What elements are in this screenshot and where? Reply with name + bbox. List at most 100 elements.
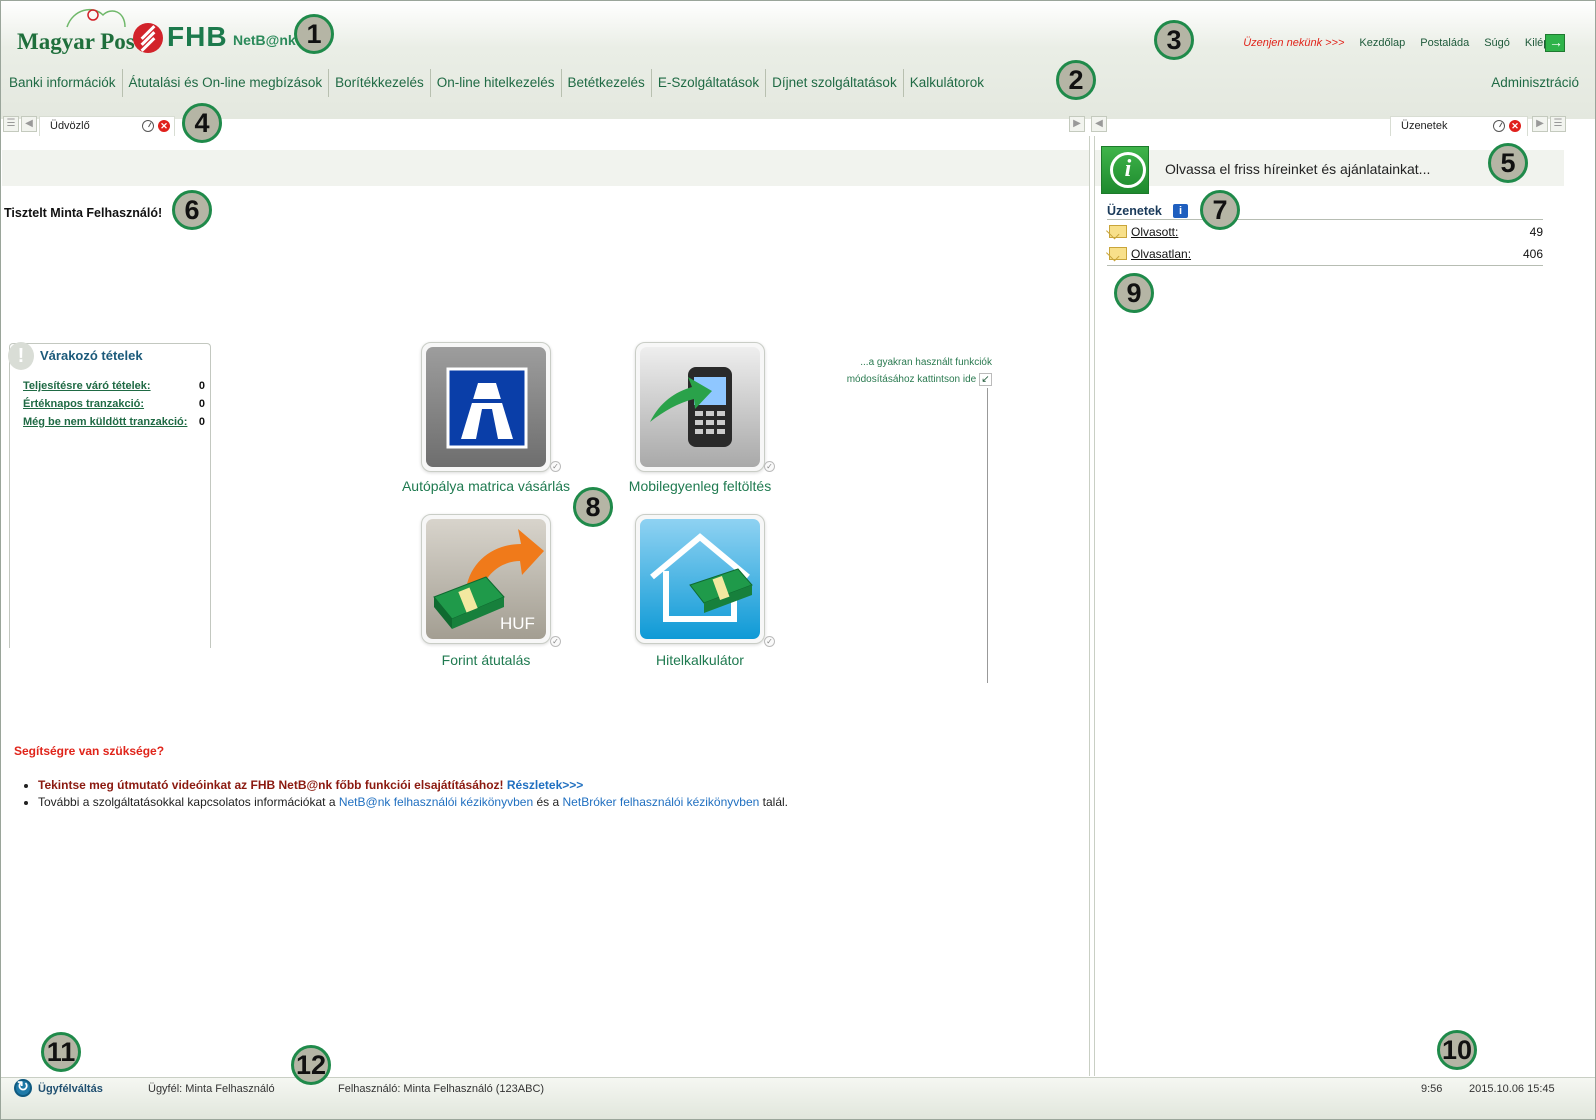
waiting-row: Értéknapos tranzakció: 0 — [23, 398, 205, 410]
marker-3: 3 — [1154, 20, 1194, 60]
waiting-row-count: 0 — [198, 380, 205, 392]
quick-hint-line: módosításához kattintson ide — [846, 374, 977, 385]
menu-item-betetkezeles[interactable]: Betétkezelés — [562, 69, 652, 97]
help-text: és a — [536, 795, 560, 809]
fhb-logo[interactable]: FHB — [167, 21, 228, 53]
switch-client-link[interactable]: Ügyfélváltás — [38, 1083, 103, 1095]
menu-item-atutalasi-megbizasok[interactable]: Átutalási és On-line megbízások — [123, 69, 330, 97]
quick-tile-label[interactable]: Mobilegyenleg feltöltés — [590, 478, 810, 494]
divider — [1107, 219, 1543, 220]
quick-tile-hitelkalkulator[interactable] — [635, 514, 765, 644]
tab-scroll-right-icon[interactable]: ▶ — [1532, 116, 1548, 132]
tab-scroll-right-icon[interactable]: ▶ — [1069, 116, 1085, 132]
status-datetime: 2015.10.06 15:45 — [1469, 1083, 1555, 1095]
client-name: Ügyfél: Minta Felhasználó — [148, 1083, 275, 1095]
help-list: Tekintse meg útmutató videóinkat az FHB … — [38, 778, 788, 812]
close-icon[interactable]: ✕ — [158, 120, 170, 132]
tile-check-icon[interactable]: ✓ — [764, 461, 775, 472]
tile-check-icon[interactable]: ✓ — [550, 461, 561, 472]
waiting-row-link[interactable]: Teljesítésre váró tételek: — [23, 380, 151, 392]
marker-4: 4 — [182, 103, 222, 143]
exclamation-icon: ! — [8, 342, 34, 370]
top-links: Üzenjen nekünk >>> Kezdőlap Postaláda Sú… — [1243, 37, 1561, 49]
menu-item-hitelkezeles[interactable]: On-line hitelkezelés — [431, 69, 562, 97]
messages-title: Üzenetek — [1107, 204, 1162, 218]
close-icon[interactable]: ✕ — [1509, 120, 1521, 132]
welcome-pane: Tisztelt Minta Felhasználó! ! Várakozó t… — [2, 136, 1090, 1076]
netbroker-manual-link[interactable]: NetBróker felhasználói kézikönyvben — [563, 795, 760, 809]
marker-7: 7 — [1200, 190, 1240, 230]
messages-pane: Olvassa el friss híreinket és ajánlatain… — [1094, 136, 1564, 1076]
message-count: 49 — [1529, 225, 1543, 239]
exit-icon[interactable] — [1545, 34, 1565, 52]
info-icon[interactable] — [1101, 146, 1149, 194]
quick-hint-line: ...a gyakran használt funkciók — [860, 357, 992, 368]
message-row-read: Olvasott: 49 — [1109, 222, 1543, 242]
message-count: 406 — [1522, 247, 1543, 261]
message-row-link[interactable]: Olvasott: — [1131, 225, 1178, 239]
waiting-row: Még be nem küldött tranzakció: 0 — [23, 416, 205, 428]
tab-scroll-left-icon[interactable]: ◀ — [21, 116, 37, 132]
menu-item-e-szolgaltatasok[interactable]: E-Szolgáltatások — [652, 69, 767, 97]
envelope-icon — [1109, 247, 1127, 260]
admin-menu-item[interactable]: Adminisztráció — [1491, 75, 1579, 90]
info-icon[interactable]: i — [1173, 204, 1188, 218]
list-item: További a szolgáltatásokkal kapcsolatos … — [38, 795, 788, 809]
clock-icon[interactable] — [1493, 120, 1505, 132]
tab-uzenetek[interactable]: Üzenetek ✕ — [1390, 116, 1528, 136]
menu-item-boritekkezeles[interactable]: Borítékkezelés — [329, 69, 431, 97]
netbank-manual-link[interactable]: NetB@nk felhasználói kézikönyvben — [339, 795, 533, 809]
help-text: További a szolgáltatásokkal kapcsolatos … — [38, 795, 336, 809]
marker-8: 8 — [573, 487, 613, 527]
marker-11: 11 — [41, 1032, 81, 1072]
message-row-link[interactable]: Olvasatlan: — [1131, 247, 1191, 261]
help-title: Segítségre van szüksége? — [14, 744, 165, 758]
details-link[interactable]: Részletek>>> — [507, 778, 583, 792]
clock-icon[interactable] — [142, 120, 154, 132]
huf-transfer-icon: HUF — [426, 519, 546, 639]
tab-list-icon[interactable]: ☰ — [3, 116, 19, 132]
help-video-text: Tekintse meg útmutató videóinkat az FHB … — [38, 778, 504, 792]
fhb-logo-icon — [133, 23, 163, 53]
tab-udvozlo[interactable]: Üdvözlő ✕ — [39, 116, 175, 136]
user-name: Felhasználó: Minta Felhasználó (123ABC) — [338, 1083, 545, 1095]
toolbar-area — [2, 150, 1089, 186]
menu-item-banki-informaciok[interactable]: Banki információk — [3, 69, 123, 97]
main-menu: Banki információk Átutalási és On-line m… — [3, 69, 990, 97]
help-text: talál. — [762, 795, 788, 809]
mobile-phone-topup-icon — [640, 347, 760, 467]
tile-check-icon[interactable]: ✓ — [764, 636, 775, 647]
tab-label: Üdvözlő — [50, 120, 90, 132]
contact-us-link[interactable]: Üzenjen nekünk >>> — [1243, 37, 1344, 49]
quick-tile-label[interactable]: Hitelkalkulátor — [590, 652, 810, 668]
menu-item-kalkulatorok[interactable]: Kalkulátorok — [904, 69, 990, 97]
divider — [1107, 265, 1543, 266]
switch-client-icon[interactable] — [14, 1078, 32, 1097]
quick-tile-label[interactable]: Autópálya matrica vásárlás — [376, 478, 596, 494]
house-loan-icon — [640, 519, 760, 639]
menu-item-dijnet[interactable]: Díjnet szolgáltatások — [766, 69, 904, 97]
mailbox-link[interactable]: Postaláda — [1420, 37, 1469, 49]
tab-list-icon[interactable]: ☰ — [1550, 116, 1566, 132]
tab-scroll-left-icon[interactable]: ◀ — [1091, 116, 1107, 132]
quick-tile-forint-atutalas[interactable]: HUF — [421, 514, 551, 644]
waiting-row: Teljesítésre váró tételek: 0 — [23, 380, 205, 392]
highway-sign-icon — [426, 347, 546, 467]
home-link[interactable]: Kezdőlap — [1359, 37, 1405, 49]
waiting-row-link[interactable]: Még be nem küldött tranzakció: — [23, 416, 187, 428]
quick-settings-hint[interactable]: ...a gyakran használt funkciók módosítás… — [822, 354, 992, 388]
header: Magyar Posta FHB NetB@nk Üzenjen nekünk … — [1, 1, 1595, 119]
tab-label: Üzenetek — [1401, 120, 1448, 132]
news-text[interactable]: Olvassa el friss híreinket és ajánlatain… — [1165, 161, 1430, 177]
quick-tile-label[interactable]: Forint átutalás — [376, 652, 596, 668]
help-link[interactable]: Súgó — [1484, 37, 1510, 49]
marker-9: 9 — [1114, 273, 1154, 313]
waiting-row-link[interactable]: Értéknapos tranzakció: — [23, 398, 144, 410]
tile-check-icon[interactable]: ✓ — [550, 636, 561, 647]
waiting-row-count: 0 — [198, 398, 205, 410]
netbank-logo: NetB@nk — [233, 32, 296, 48]
quick-tile-mobilegyenleg[interactable] — [635, 342, 765, 472]
quick-tile-autopalya[interactable] — [421, 342, 551, 472]
edit-arrow-icon[interactable]: ↙ — [979, 372, 992, 386]
session-timer: 9:56 — [1421, 1083, 1443, 1095]
